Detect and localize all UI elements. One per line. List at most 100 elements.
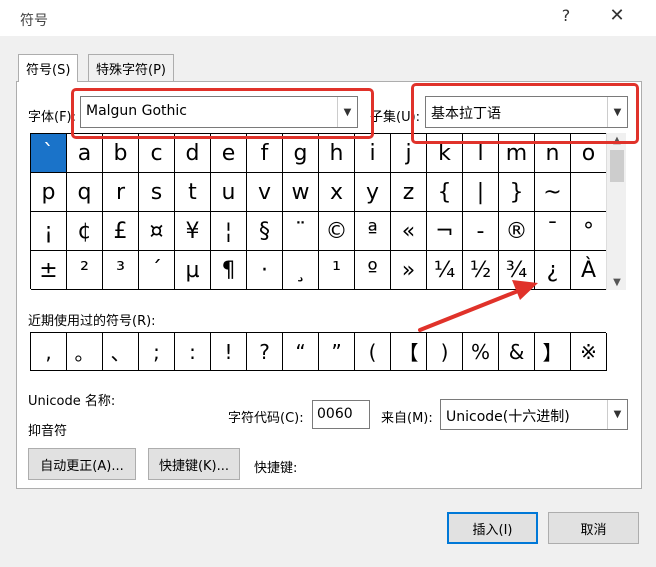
symbol-cell[interactable]: p [31,173,67,212]
recent-symbol-cell[interactable]: 、 [103,333,139,371]
recent-symbol-cell[interactable]: ※ [571,333,607,371]
from-select[interactable]: Unicode(十六进制) ▼ [440,399,628,430]
char-code-input[interactable]: 0060 [312,400,370,429]
symbol-cell[interactable]: u [211,173,247,212]
symbol-cell[interactable]: z [391,173,427,212]
symbol-cell[interactable]: ® [499,212,535,251]
symbol-cell[interactable]: £ [103,212,139,251]
char-code-label: 字符代码(C): [228,411,304,426]
symbol-cell[interactable]: » [391,251,427,290]
from-select-value: Unicode(十六进制) [446,409,570,425]
recent-symbol-cell[interactable]: : [175,333,211,371]
symbol-cell[interactable]: l [463,134,499,173]
chevron-down-icon: ▼ [607,97,627,127]
symbol-cell[interactable]: ¤ [139,212,175,251]
symbol-cell[interactable]: h [319,134,355,173]
symbol-cell[interactable]: À [571,251,607,290]
recent-symbol-cell[interactable]: “ [283,333,319,371]
recent-symbols-grid: ,。、;:!? “”(【)% &】 ※ [30,332,607,371]
close-button[interactable]: ✕ [606,5,628,26]
recent-symbol-cell[interactable]: ? [247,333,283,371]
symbol-cell[interactable]: º [355,251,391,290]
symbol-cell[interactable]: ¶ [211,251,247,290]
symbol-cell[interactable]: r [103,173,139,212]
chevron-up-icon[interactable]: ▲ [607,135,627,146]
chevron-down-icon[interactable]: ▼ [607,277,627,288]
symbol-cell[interactable]: ¾ [499,251,535,290]
recent-symbol-cell[interactable]: 【 [391,333,427,371]
symbol-cell[interactable]: ¸ [283,251,319,290]
symbol-cell[interactable] [571,173,607,212]
symbol-cell[interactable]: ¯ [535,212,571,251]
recent-symbol-cell[interactable]: ( [355,333,391,371]
symbol-cell[interactable]: ³ [103,251,139,290]
symbol-cell[interactable]: } [499,173,535,212]
tab-symbols[interactable]: 符号(S) [18,54,79,82]
symbol-cell[interactable]: ¨ [283,212,319,251]
autocorrect-button[interactable]: 自动更正(A)... [28,448,136,480]
symbol-cell[interactable]: « [391,212,427,251]
recent-symbol-cell[interactable]: ” [319,333,355,371]
symbol-cell[interactable]: n [535,134,571,173]
symbol-cell[interactable]: ` [31,134,67,173]
symbol-cell[interactable]: d [175,134,211,173]
recent-symbol-cell[interactable]: & [499,333,535,371]
symbol-cell[interactable]: ¦ [211,212,247,251]
recent-symbol-cell[interactable]: ; [139,333,175,371]
symbol-cell[interactable]: © [319,212,355,251]
symbol-cell[interactable]: w [283,173,319,212]
symbol-cell[interactable]: ª [355,212,391,251]
symbol-cell[interactable]: · [247,251,283,290]
symbol-cell[interactable]: µ [175,251,211,290]
symbol-cell[interactable]: ~ [535,173,571,212]
subset-select[interactable]: 基本拉丁语 ▼ [425,96,628,128]
recent-symbol-cell[interactable]: % [463,333,499,371]
symbol-cell[interactable]: i [355,134,391,173]
symbol-cell[interactable]: ² [67,251,103,290]
recent-symbol-cell[interactable]: 】 [535,333,571,371]
symbol-cell[interactable]: ° [571,212,607,251]
symbol-cell[interactable]: | [463,173,499,212]
recent-symbol-cell[interactable]: 。 [67,333,103,371]
recent-symbol-cell[interactable]: ) [427,333,463,371]
symbol-cell[interactable]: o [571,134,607,173]
symbol-cell[interactable]: { [427,173,463,212]
symbol-cell[interactable]: ¼ [427,251,463,290]
tab-special-characters[interactable]: 特殊字符(P) [88,54,174,82]
symbol-cell[interactable]: x [319,173,355,212]
symbol-cell[interactable]: ½ [463,251,499,290]
symbol-cell[interactable]: ± [31,251,67,290]
symbol-cell[interactable]: j [391,134,427,173]
symbol-cell[interactable]: m [499,134,535,173]
cancel-button[interactable]: 取消 [548,512,639,544]
symbol-cell[interactable]: f [247,134,283,173]
symbol-cell[interactable]: c [139,134,175,173]
symbol-cell[interactable]: v [247,173,283,212]
help-button[interactable]: ? [557,6,575,25]
symbol-cell[interactable]: y [355,173,391,212]
recent-symbol-cell[interactable]: ! [211,333,247,371]
symbol-cell[interactable]: - [463,212,499,251]
symbol-cell[interactable]: q [67,173,103,212]
symbol-cell[interactable]: § [247,212,283,251]
symbol-cell[interactable]: k [427,134,463,173]
symbol-cell[interactable]: ¡ [31,212,67,251]
symbol-cell[interactable]: ´ [139,251,175,290]
symbol-cell[interactable]: a [67,134,103,173]
insert-button[interactable]: 插入(I) [447,512,538,544]
symbol-cell[interactable]: ¬ [427,212,463,251]
recent-symbol-cell[interactable]: , [31,333,67,371]
symbol-cell[interactable]: t [175,173,211,212]
symbol-cell[interactable]: b [103,134,139,173]
symbol-cell[interactable]: s [139,173,175,212]
font-select[interactable]: Malgun Gothic ▼ [80,96,358,128]
symbol-cell[interactable]: e [211,134,247,173]
symbol-cell[interactable]: ¹ [319,251,355,290]
symbol-cell[interactable]: ¿ [535,251,571,290]
scroll-thumb[interactable] [610,150,624,182]
symbol-cell[interactable]: ¢ [67,212,103,251]
symbol-grid-scrollbar[interactable]: ▲ ▼ [606,133,626,290]
symbol-cell[interactable]: g [283,134,319,173]
symbol-cell[interactable]: ¥ [175,212,211,251]
shortcut-key-button[interactable]: 快捷键(K)... [148,448,240,480]
